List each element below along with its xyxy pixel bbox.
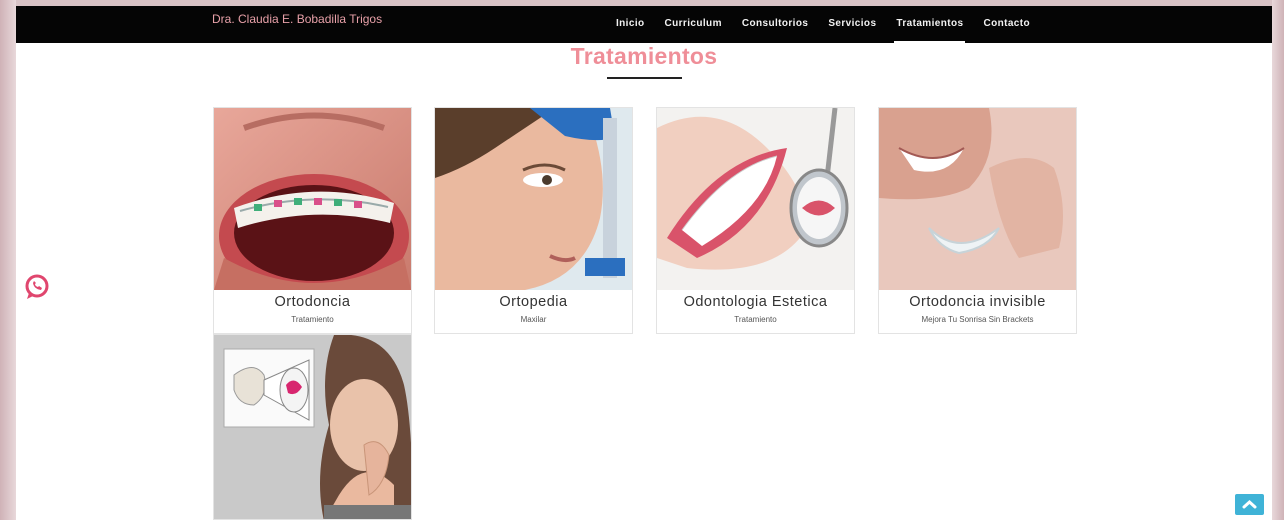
whatsapp-icon[interactable]	[22, 272, 52, 302]
card-image-braces[interactable]	[214, 108, 411, 290]
treatment-card-ortodoncia-invisible[interactable]: Ortodoncia invisible Mejora Tu Sonrisa S…	[878, 107, 1077, 334]
nav-link-inicio[interactable]: Inicio	[606, 18, 655, 43]
card-title: Ortopedia	[499, 294, 568, 310]
window-frame-left	[0, 0, 16, 520]
brand-name[interactable]: Dra. Claudia E. Bobadilla Trigos	[212, 12, 382, 26]
nav-link-curriculum[interactable]: Curriculum	[655, 18, 732, 43]
card-subtitle: Tratamiento	[734, 315, 777, 324]
card-subtitle: Mejora Tu Sonrisa Sin Brackets	[921, 315, 1034, 324]
card-title: Odontologia Estetica	[683, 294, 828, 310]
nav-link-servicios[interactable]: Servicios	[818, 18, 886, 43]
card-image-toothache[interactable]	[214, 335, 412, 520]
scroll-to-top-button[interactable]	[1235, 494, 1264, 515]
navbar: Dra. Claudia E. Bobadilla Trigos Inicio …	[16, 6, 1272, 43]
card-image-smile-mirror[interactable]	[657, 108, 854, 290]
treatment-card-odontologia-estetica[interactable]: Odontologia Estetica Tratamiento	[656, 107, 855, 334]
nav-link-tratamientos[interactable]: Tratamientos	[886, 18, 973, 43]
card-image-orthopedic-device[interactable]	[435, 108, 632, 290]
card-subtitle: Tratamiento	[291, 315, 334, 324]
title-underline	[607, 77, 682, 79]
nav-link-consultorios[interactable]: Consultorios	[732, 18, 818, 43]
section-title: Tratamientos	[570, 43, 718, 69]
card-subtitle: Maxilar	[520, 315, 547, 324]
card-title: Ortodoncia	[274, 294, 351, 310]
nav-links: Inicio Curriculum Consultorios Servicios…	[606, 18, 1040, 43]
window-frame-right	[1272, 0, 1284, 520]
treatment-card-ortopedia[interactable]: Ortopedia Maxilar	[434, 107, 633, 334]
card-title: Ortodoncia invisible	[909, 294, 1046, 310]
nav-link-contacto[interactable]: Contacto	[973, 18, 1040, 43]
treatment-card-toothache[interactable]	[213, 334, 412, 520]
treatment-card-ortodoncia[interactable]: Ortodoncia Tratamiento	[213, 107, 412, 334]
chevron-up-icon	[1242, 499, 1257, 509]
card-image-clear-aligner[interactable]	[879, 108, 1076, 290]
page: Dra. Claudia E. Bobadilla Trigos Inicio …	[16, 6, 1272, 520]
